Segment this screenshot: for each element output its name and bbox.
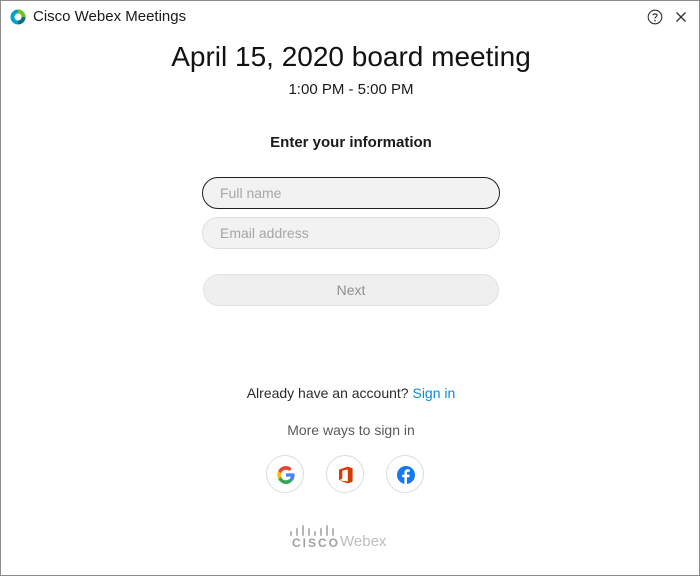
form-heading: Enter your information <box>270 134 432 151</box>
facebook-sign-in-button[interactable] <box>386 455 424 493</box>
facebook-icon <box>397 466 415 484</box>
next-button[interactable]: Next <box>203 274 499 306</box>
webex-logo-icon <box>10 9 26 25</box>
full-name-input[interactable] <box>202 177 500 209</box>
more-ways-label: More ways to sign in <box>287 422 415 438</box>
google-icon <box>277 466 295 484</box>
google-sign-in-button[interactable] <box>266 455 304 493</box>
meeting-time: 1:00 PM - 5:00 PM <box>288 81 414 98</box>
account-prompt-row: Already have an account? Sign in <box>1 385 699 401</box>
office-icon <box>339 466 353 484</box>
office-sign-in-button[interactable] <box>326 455 364 493</box>
app-window: Cisco Webex Meetings April 15, 2020 boar… <box>0 0 700 576</box>
help-icon[interactable] <box>647 9 663 25</box>
webex-wordmark: Webex <box>340 533 387 550</box>
cisco-wordmark: CISCO <box>292 536 341 550</box>
meeting-title: April 15, 2020 board meeting <box>171 41 531 72</box>
window-title: Cisco Webex Meetings <box>33 8 187 25</box>
close-icon[interactable] <box>673 9 689 25</box>
email-address-input[interactable] <box>202 217 500 249</box>
account-prompt-text: Already have an account? <box>246 385 409 401</box>
sign-in-link[interactable]: Sign in <box>412 385 455 401</box>
title-bar: Cisco Webex Meetings <box>1 1 699 34</box>
